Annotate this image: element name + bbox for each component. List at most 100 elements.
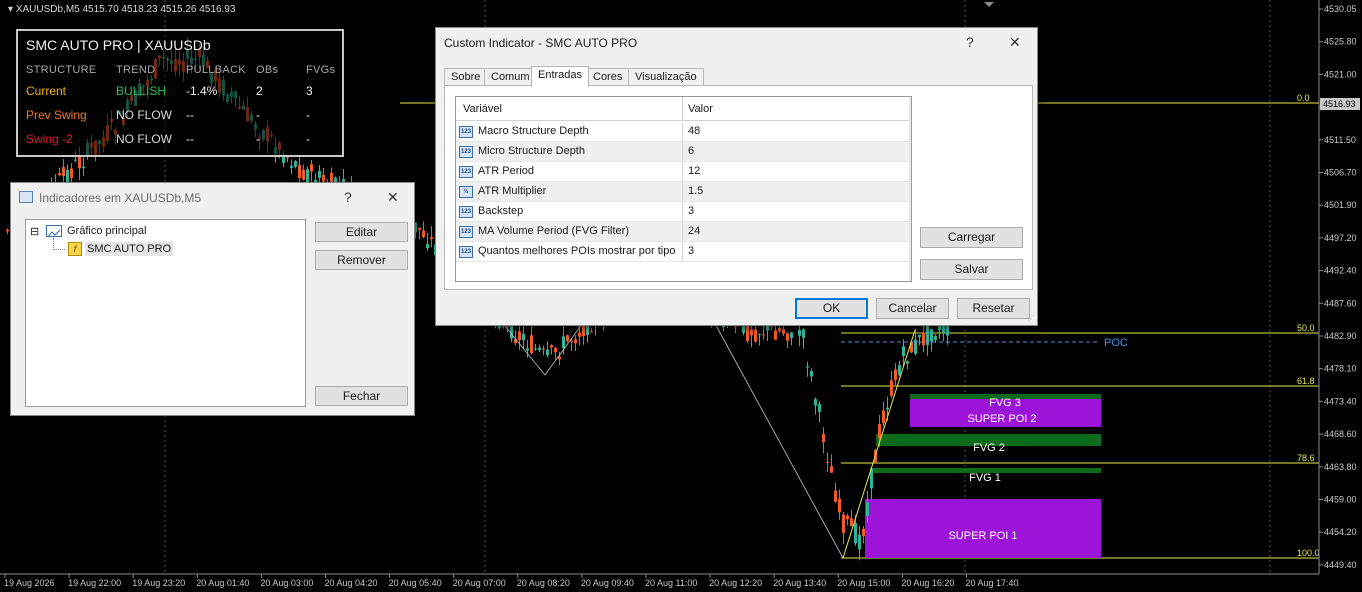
parameter-name: Backstep bbox=[478, 205, 524, 217]
price-tick-label: 4473.40 bbox=[1324, 396, 1357, 406]
cancel-button[interactable]: Cancelar bbox=[876, 298, 949, 319]
parameter-row[interactable]: 123 Quantos melhores POIs mostrar por tip… bbox=[456, 242, 911, 262]
candle-body bbox=[898, 365, 901, 376]
candle-body bbox=[522, 333, 525, 341]
integer-type-icon: 123 bbox=[459, 166, 473, 178]
help-icon[interactable]: ? bbox=[344, 189, 352, 205]
column-variable[interactable]: Variável bbox=[463, 103, 502, 115]
time-tick-label: 20 Aug 08:20 bbox=[517, 578, 570, 588]
header-separator bbox=[682, 97, 683, 121]
tab-comum[interactable]: Comum bbox=[484, 68, 537, 86]
parameter-value[interactable]: 3 bbox=[688, 205, 694, 217]
candle-body bbox=[882, 410, 885, 424]
chart-shift-marker[interactable] bbox=[984, 2, 994, 7]
tab-entradas[interactable]: Entradas bbox=[531, 66, 590, 87]
column-value[interactable]: Valor bbox=[688, 103, 713, 115]
candle-body bbox=[746, 324, 749, 342]
candle-body bbox=[542, 348, 545, 350]
parameter-row[interactable]: 123 Backstep 3 bbox=[456, 202, 911, 222]
ok-button[interactable]: OK bbox=[795, 298, 868, 319]
smc-dashboard-panel: SMC AUTO PRO | XAUUSDb STRUCTURE TREND P… bbox=[16, 29, 344, 157]
candle-body bbox=[306, 169, 309, 183]
parameter-name: MA Volume Period (FVG Filter) bbox=[478, 225, 629, 237]
header-structure: STRUCTURE bbox=[26, 64, 97, 76]
parameter-value[interactable]: 6 bbox=[688, 145, 694, 157]
parameter-name: ATR Multiplier bbox=[478, 185, 547, 197]
tab-cores[interactable]: Cores bbox=[586, 68, 630, 86]
close-icon[interactable]: ✕ bbox=[1009, 34, 1021, 51]
parameter-value[interactable]: 48 bbox=[688, 125, 700, 137]
parameter-row[interactable]: 123 ATR Period 12 bbox=[456, 162, 911, 182]
cell-separator bbox=[682, 142, 683, 162]
load-button[interactable]: Carregar bbox=[920, 227, 1023, 248]
candle-body bbox=[806, 366, 809, 368]
tree-item-main-chart[interactable]: Gráfico principal bbox=[67, 225, 146, 237]
parameter-row[interactable]: ½ ATR Multiplier 1.5 bbox=[456, 182, 911, 202]
candle-body bbox=[550, 345, 553, 348]
parameter-value[interactable]: 24 bbox=[688, 225, 700, 237]
edit-button[interactable]: Editar bbox=[315, 222, 408, 242]
candle-body bbox=[546, 349, 549, 356]
custom-indicator-icon: f bbox=[68, 242, 82, 256]
candle-body bbox=[70, 168, 73, 179]
candle-body bbox=[890, 380, 893, 396]
parameter-value[interactable]: 3 bbox=[688, 245, 694, 257]
candle-body bbox=[790, 332, 793, 338]
parameter-row[interactable]: 123 Macro Structure Depth 48 bbox=[456, 122, 911, 142]
indicators-dialog-title: Indicadores em XAUUSDb,M5 bbox=[39, 191, 202, 205]
candle-body bbox=[58, 173, 61, 176]
candle-body bbox=[822, 433, 825, 443]
candle-body bbox=[590, 331, 593, 333]
fib-level-label: 0.0 bbox=[1297, 93, 1310, 103]
collapse-arrow-icon[interactable]: ▾ bbox=[8, 4, 13, 15]
candle-body bbox=[810, 371, 813, 377]
close-icon[interactable]: ✕ bbox=[387, 189, 399, 206]
parameter-value[interactable]: 12 bbox=[688, 165, 700, 177]
candle-body bbox=[426, 244, 429, 249]
fib-level-label: 61.8 bbox=[1297, 376, 1315, 386]
parameter-name: Macro Structure Depth bbox=[478, 125, 589, 137]
tree-expand-icon[interactable]: ⊟ bbox=[30, 225, 39, 238]
tree-item-smc-auto-pro[interactable]: SMC AUTO PRO bbox=[85, 242, 174, 256]
price-tick-label: 4449.40 bbox=[1324, 560, 1357, 570]
grid-scrollbar[interactable] bbox=[909, 97, 911, 281]
candle-body bbox=[430, 236, 433, 239]
smc-trend-cell: NO FLOW bbox=[116, 132, 172, 146]
save-button[interactable]: Salvar bbox=[920, 259, 1023, 280]
candle-body bbox=[298, 165, 301, 179]
smc-trend-cell: NO FLOW bbox=[116, 108, 172, 122]
integer-type-icon: 123 bbox=[459, 206, 473, 218]
chart-window-icon bbox=[19, 191, 33, 203]
resize-grip-icon[interactable]: ⋰ bbox=[1027, 314, 1035, 323]
close-button[interactable]: Fechar bbox=[315, 386, 408, 406]
remove-button[interactable]: Remover bbox=[315, 250, 408, 270]
integer-type-icon: 123 bbox=[459, 146, 473, 158]
candle-body bbox=[834, 490, 837, 502]
parameter-row[interactable]: 123 Micro Structure Depth 6 bbox=[456, 142, 911, 162]
time-tick-label: 20 Aug 16:20 bbox=[901, 578, 954, 588]
candle-body bbox=[758, 334, 761, 336]
candle-body bbox=[294, 161, 297, 167]
custom-indicator-dialog: Custom Indicator - SMC AUTO PRO ? ✕ Sobr… bbox=[435, 27, 1038, 326]
tab-visualizacao[interactable]: Visualização bbox=[628, 68, 704, 86]
parameter-row[interactable]: 123 MA Volume Period (FVG Filter) 24 bbox=[456, 222, 911, 242]
candle-body bbox=[422, 230, 425, 238]
custom-dialog-title: Custom Indicator - SMC AUTO PRO bbox=[444, 36, 638, 50]
candle-body bbox=[310, 164, 313, 172]
cell-separator bbox=[682, 242, 683, 262]
candle-body bbox=[778, 328, 781, 332]
help-icon[interactable]: ? bbox=[966, 34, 974, 50]
smc-trend-cell: BULLISH bbox=[116, 84, 167, 98]
parameter-value[interactable]: 1.5 bbox=[688, 185, 703, 197]
parameters-grid[interactable]: Variável Valor 123 Macro Structure Depth 4… bbox=[455, 96, 912, 282]
indicator-tree[interactable]: ⊟ Gráfico principal f SMC AUTO PRO bbox=[25, 219, 306, 407]
candle-body bbox=[62, 167, 65, 176]
fib-level-label: 50.0 bbox=[1297, 323, 1315, 333]
candle-body bbox=[518, 331, 521, 340]
reset-button[interactable]: Resetar bbox=[957, 298, 1030, 319]
parameter-name: Micro Structure Depth bbox=[478, 145, 585, 157]
tab-sobre[interactable]: Sobre bbox=[444, 68, 488, 86]
candle-body bbox=[418, 227, 421, 231]
candle-body bbox=[318, 170, 321, 179]
time-tick-label: 20 Aug 13:40 bbox=[773, 578, 826, 588]
